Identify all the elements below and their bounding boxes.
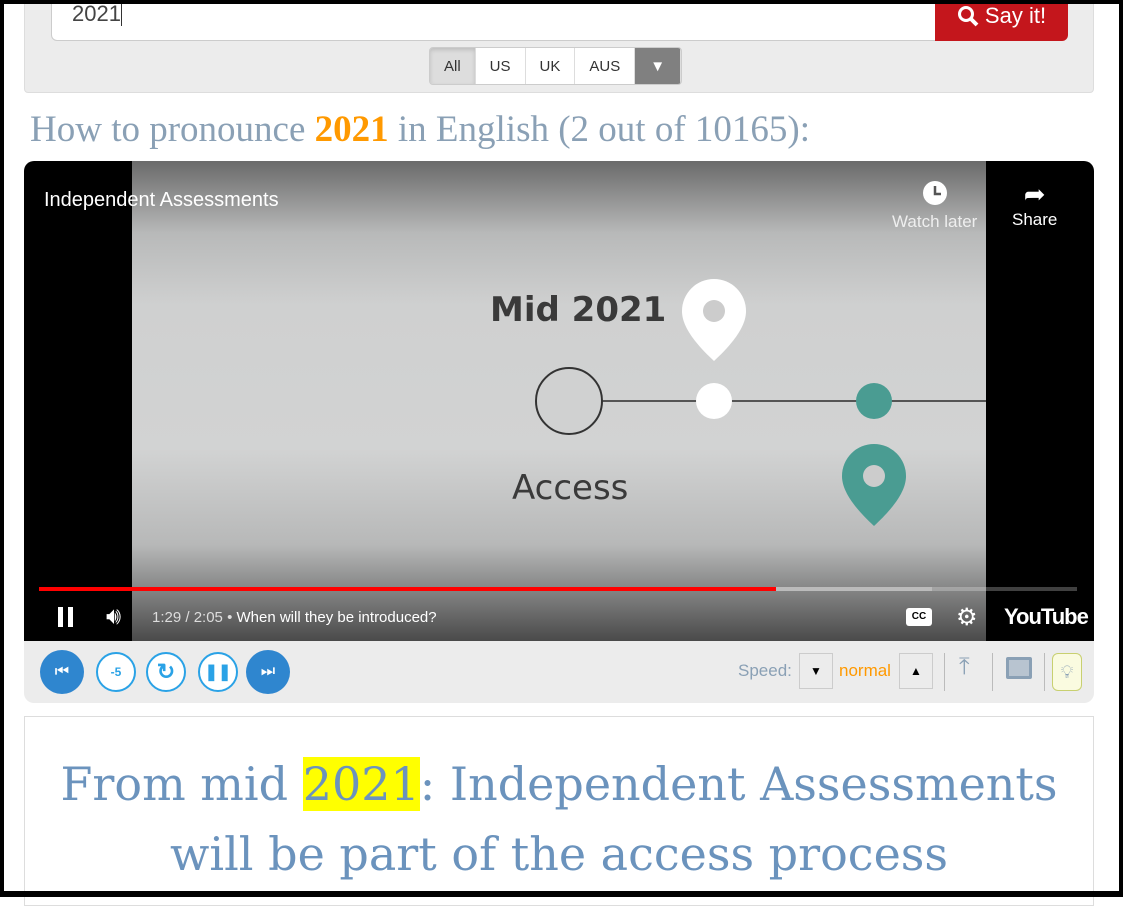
skip-previous-icon: ⏮ xyxy=(54,663,70,680)
accent-aus[interactable]: AUS xyxy=(575,48,636,84)
youtube-logo[interactable]: YouTube xyxy=(1004,604,1089,630)
speed-down-button[interactable]: ▼ xyxy=(799,653,833,689)
screen-mode-icon[interactable] xyxy=(1006,657,1032,679)
lightbulb-button[interactable]: 💡︎ xyxy=(1052,653,1082,691)
search-input[interactable]: 2021 xyxy=(51,0,937,41)
lightbulb-icon: 💡︎ xyxy=(1060,662,1074,682)
accent-filter: All US UK AUS ▼ xyxy=(429,47,683,85)
search-panel: 2021 Say it! All US UK AUS ▼ xyxy=(24,0,1094,93)
pause-icon: ❚❚ xyxy=(204,664,232,681)
captions-button[interactable]: CC xyxy=(906,608,932,626)
say-it-button[interactable]: Say it! xyxy=(935,0,1068,41)
watch-later-button[interactable]: Watch later xyxy=(892,179,977,232)
scene-label-mid-2021: Mid 2021 xyxy=(490,290,666,330)
replay-button[interactable]: ↻ xyxy=(146,652,186,692)
search-icon xyxy=(957,6,979,27)
rewind-5-button[interactable]: -5 xyxy=(96,652,136,692)
example-sentence: From mid 2021: Independent Assessments w… xyxy=(24,716,1094,906)
pause-button[interactable] xyxy=(58,607,73,627)
share-button[interactable]: ➦ Share xyxy=(1012,179,1057,230)
settings-gear-icon[interactable]: ⚙ xyxy=(956,603,978,632)
caret-down-icon: ▼ xyxy=(650,57,666,75)
chapter-title[interactable]: When will they be introduced? xyxy=(237,609,437,626)
speed-value: normal xyxy=(839,661,891,680)
scene-label-access: Access xyxy=(512,468,628,508)
clock-icon xyxy=(922,181,947,205)
video-time: 1:29 / 2:05 xyxy=(152,608,223,626)
player-controls: ⏮ -5 ↻ ❚❚ ⏭ Speed: ▼ normal ▲ ⤒ 💡︎ xyxy=(24,641,1094,703)
volume-icon[interactable]: 🔊︎ xyxy=(106,603,121,631)
video-progress-bar[interactable] xyxy=(39,587,1077,591)
next-button[interactable]: ⏭ xyxy=(246,650,290,694)
speed-up-button[interactable]: ▲ xyxy=(899,653,933,689)
page-title: How to pronounce 2021 in English (2 out … xyxy=(30,109,811,150)
replay-icon: ↻ xyxy=(156,659,176,684)
rewind-icon: -5 xyxy=(110,665,122,679)
previous-button[interactable]: ⏮ xyxy=(40,650,84,694)
speed-label: Speed: xyxy=(738,661,792,680)
video-title[interactable]: Independent Assessments xyxy=(44,189,279,212)
scroll-top-icon[interactable]: ⤒ xyxy=(959,653,970,681)
video-frame: Mid 2021 Access xyxy=(132,161,986,641)
highlighted-word: 2021 xyxy=(302,757,420,811)
accent-dropdown-button[interactable]: ▼ xyxy=(635,48,682,84)
accent-uk[interactable]: UK xyxy=(525,48,576,84)
skip-next-icon: ⏭ xyxy=(260,663,276,680)
pause-clip-button[interactable]: ❚❚ xyxy=(198,652,238,692)
video-player[interactable]: Mid 2021 Access Independent Assessments … xyxy=(24,161,1094,641)
accent-us[interactable]: US xyxy=(475,48,526,84)
share-arrow-icon: ➦ xyxy=(1023,179,1046,209)
accent-all[interactable]: All xyxy=(430,48,476,84)
